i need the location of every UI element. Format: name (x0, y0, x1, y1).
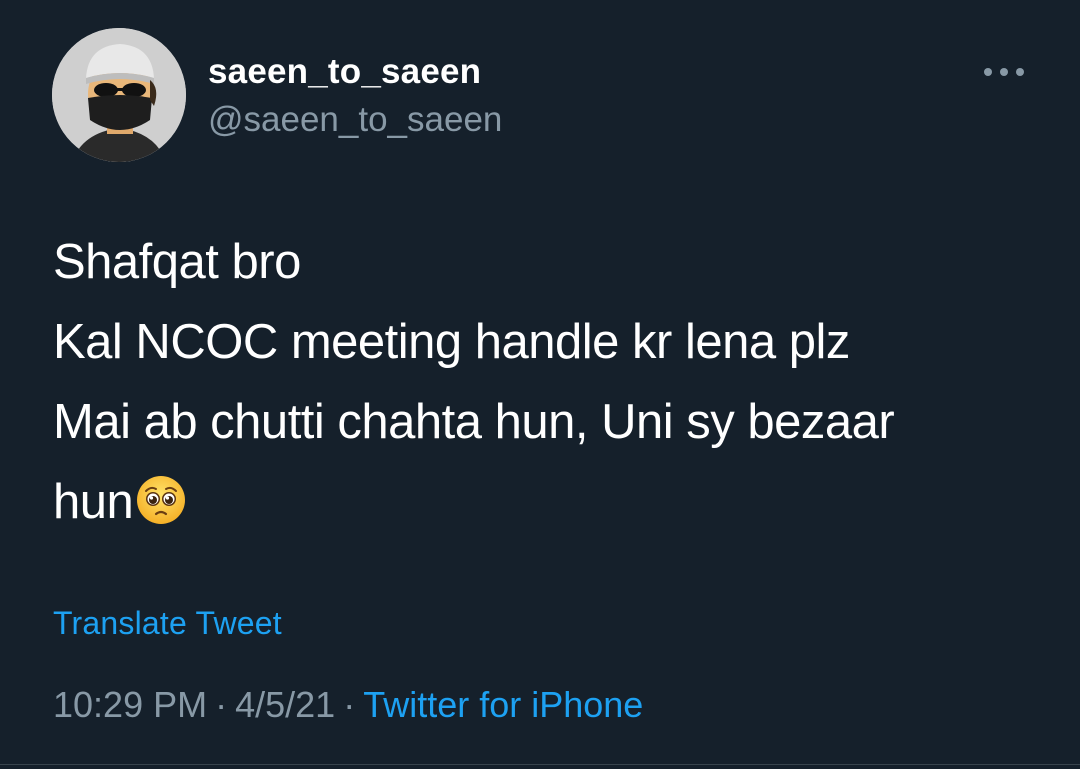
tweet-line: Kal NCOC meeting handle kr lena plz (53, 315, 850, 369)
divider (0, 764, 1080, 765)
tweet-line-last: hun (53, 462, 1013, 542)
tweet-meta: 10:29 PM · 4/5/21 · Twitter for iPhone (53, 683, 643, 727)
user-handle[interactable]: @saeen_to_saeen (208, 98, 502, 142)
translate-tweet-link[interactable]: Translate Tweet (53, 603, 282, 643)
tweet-date[interactable]: 4/5/21 (235, 684, 335, 725)
tweet-source-link[interactable]: Twitter for iPhone (363, 684, 643, 725)
avatar[interactable] (52, 28, 186, 162)
separator: · (215, 684, 228, 725)
tweet-card: saeen_to_saeen @saeen_to_saeen Shafqat b… (0, 0, 1080, 769)
pleading-face-emoji-icon (135, 470, 187, 524)
tweet-line: Shafqat bro (53, 235, 301, 289)
tweet-text: Shafqat bro Kal NCOC meeting handle kr l… (53, 222, 1013, 542)
dot (1016, 68, 1024, 76)
display-name[interactable]: saeen_to_saeen (208, 50, 502, 94)
user-info[interactable]: saeen_to_saeen @saeen_to_saeen (208, 50, 502, 142)
separator: · (343, 684, 356, 725)
dot (1000, 68, 1008, 76)
tweet-line: hun (53, 475, 134, 529)
tweet-line: Mai ab chutti chahta hun, Uni sy bezaar (53, 395, 895, 449)
more-options-icon[interactable] (984, 60, 1024, 84)
tweet-time[interactable]: 10:29 PM (53, 684, 207, 725)
dot (984, 68, 992, 76)
